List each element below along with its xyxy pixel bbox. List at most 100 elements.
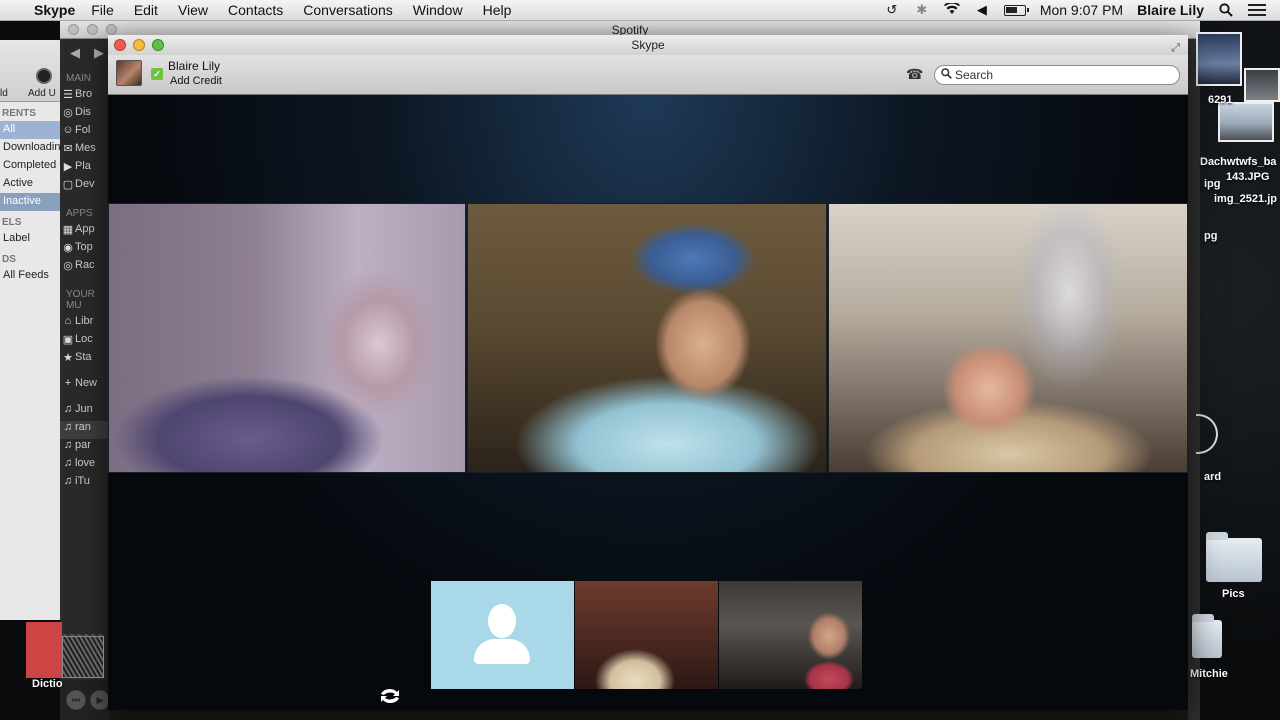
spotify-item-play-queue[interactable]: Pla [60, 160, 110, 178]
menu-help[interactable]: Help [483, 2, 512, 18]
battery-icon[interactable] [1003, 4, 1029, 16]
torrent-toolbar: ld Add U [0, 40, 62, 102]
toolbar-label-ld[interactable]: ld [0, 88, 8, 99]
search-input[interactable]: Search [934, 65, 1180, 85]
avatar[interactable] [116, 60, 142, 86]
time-machine-icon[interactable]: ↺ [884, 3, 900, 17]
participant-thumbnail[interactable] [431, 581, 574, 689]
desktop-folder-label-pics[interactable]: Pics [1222, 588, 1245, 600]
section-feeds: DS [2, 254, 16, 265]
desktop-file-label[interactable]: ipg [1204, 178, 1221, 190]
profile-name[interactable]: Blaire Lily [168, 59, 220, 73]
menu-conversations[interactable]: Conversations [303, 2, 393, 18]
participant-video[interactable] [108, 203, 466, 473]
swap-video-icon[interactable] [376, 685, 404, 707]
menu-user-name[interactable]: Blaire Lily [1137, 2, 1204, 18]
desktop-photo-thumbnail[interactable] [1196, 32, 1242, 86]
participant-thumbnail[interactable] [719, 581, 862, 689]
filter-completed[interactable]: Completed [0, 157, 62, 175]
spotify-item-new-playlist[interactable]: New [60, 377, 110, 395]
menu-bar: Skype File Edit View Contacts Conversati… [0, 0, 1280, 21]
default-avatar-body [474, 639, 530, 664]
skype-titlebar[interactable]: Skype ⤢ [108, 35, 1188, 55]
skype-window-title: Skype [631, 38, 665, 52]
dial-pad-icon[interactable]: ☎ [906, 67, 923, 81]
folder-icon[interactable] [1206, 532, 1262, 582]
menu-file[interactable]: File [91, 2, 114, 18]
spotify-playlist-4[interactable]: love [60, 457, 110, 475]
menu-view[interactable]: View [178, 2, 208, 18]
desktop-file-label[interactable]: img_2521.jp [1214, 193, 1277, 205]
wifi-icon[interactable] [943, 1, 960, 17]
desktop-photo-thumbnail[interactable] [1218, 102, 1274, 142]
spotify-close-button[interactable] [68, 24, 79, 35]
spotlight-search-icon[interactable] [1218, 3, 1234, 17]
apple-icon[interactable] [4, 3, 20, 17]
spotify-nav-arrows[interactable]: ◀▶ [60, 39, 110, 67]
filter-downloading[interactable]: Downloadin [0, 139, 62, 157]
spotify-item-app-finder[interactable]: App [60, 223, 110, 241]
spotify-playlist-3[interactable]: par [60, 439, 110, 457]
desktop-label-dictionary[interactable]: Dictio [32, 678, 63, 690]
spotify-section-apps: APPS [66, 208, 93, 219]
spotify-item-devices[interactable]: Dev [60, 178, 110, 196]
play-icon[interactable]: ▶ [90, 690, 110, 710]
spotify-section-main: MAIN [66, 73, 91, 84]
filter-all[interactable]: All [0, 121, 62, 139]
volume-icon[interactable]: ◀ [974, 3, 990, 17]
video-call-area [108, 95, 1188, 710]
filter-all-feeds[interactable]: All Feeds [0, 267, 62, 285]
spotify-item-starred[interactable]: Sta [60, 351, 110, 369]
add-credit-link[interactable]: Add Credit [170, 75, 222, 87]
desktop-file-label[interactable]: 143.JPG [1226, 171, 1269, 183]
menu-window[interactable]: Window [413, 2, 463, 18]
folder-icon[interactable] [1192, 614, 1222, 658]
spotify-item-radio[interactable]: Rac [60, 259, 110, 277]
spotify-item-discover[interactable]: Dis [60, 106, 110, 124]
desktop-folder-label-mitchie[interactable]: Mitchie [1190, 668, 1228, 680]
filter-active[interactable]: Active [0, 175, 62, 193]
participant-thumbnail[interactable] [575, 581, 718, 689]
participant-video[interactable] [467, 203, 827, 473]
toolbar-label-add[interactable]: Add U [28, 88, 56, 99]
spotify-item-top-lists[interactable]: Top [60, 241, 110, 259]
online-status-icon[interactable]: ✓ [151, 68, 163, 80]
clock[interactable]: Mon 9:07 PM [1040, 2, 1123, 18]
desktop-file-label[interactable]: ard [1204, 471, 1221, 483]
filter-label[interactable]: Label [0, 230, 62, 248]
spotify-item-local-files[interactable]: Loc [60, 333, 110, 351]
desktop-photo-thumbnail[interactable] [1244, 68, 1280, 102]
skype-window[interactable]: Skype ⤢ ✓ Blaire Lily Add Credit ☎ Searc… [108, 35, 1188, 710]
previous-track-icon[interactable]: ⏮ [66, 690, 86, 710]
spotify-playlist-5[interactable]: iTu [60, 475, 110, 493]
desktop-photo-thumbnail[interactable] [62, 636, 104, 678]
status-area: ↺ ✱ ◀ Mon 9:07 PM Blaire Lily [884, 1, 1280, 18]
spotify-zoom-button[interactable] [106, 24, 117, 35]
spotify-playlist-1[interactable]: Jun [60, 403, 110, 421]
spotify-item-messages[interactable]: Mes [60, 142, 110, 160]
spotify-item-browse[interactable]: Bro [60, 88, 110, 106]
zoom-button[interactable] [152, 39, 164, 51]
minimize-button[interactable] [133, 39, 145, 51]
menu-app-name[interactable]: Skype [34, 2, 75, 18]
search-placeholder: Search [955, 68, 994, 82]
participant-video[interactable] [828, 203, 1188, 473]
desktop-app-icon[interactable] [26, 622, 62, 678]
skype-toolbar: ✓ Blaire Lily Add Credit ☎ Search [108, 55, 1188, 95]
spotify-sidebar: ◀▶ MAIN Bro Dis Fol Mes Pla Dev APPS App… [60, 39, 110, 720]
spotify-playlist-2[interactable]: ran [60, 421, 110, 439]
bluetooth-icon[interactable]: ✱ [914, 3, 930, 17]
globe-icon[interactable] [36, 68, 52, 84]
background-torrent-window[interactable]: ld Add U RENTS All Downloadin Completed … [0, 40, 62, 620]
menu-edit[interactable]: Edit [134, 2, 158, 18]
notification-menu-icon[interactable] [1248, 4, 1266, 16]
spotify-minimize-button[interactable] [87, 24, 98, 35]
spotify-item-follow[interactable]: Fol [60, 124, 110, 142]
desktop-label-number[interactable]: 6291 [1208, 94, 1232, 106]
spotify-item-library[interactable]: Libr [60, 315, 110, 333]
menu-contacts[interactable]: Contacts [228, 2, 283, 18]
desktop-file-label[interactable]: Dachwtwfs_ba [1200, 156, 1276, 168]
close-button[interactable] [114, 39, 126, 51]
desktop-file-label[interactable]: pg [1204, 230, 1217, 242]
filter-inactive[interactable]: Inactive [0, 193, 62, 211]
